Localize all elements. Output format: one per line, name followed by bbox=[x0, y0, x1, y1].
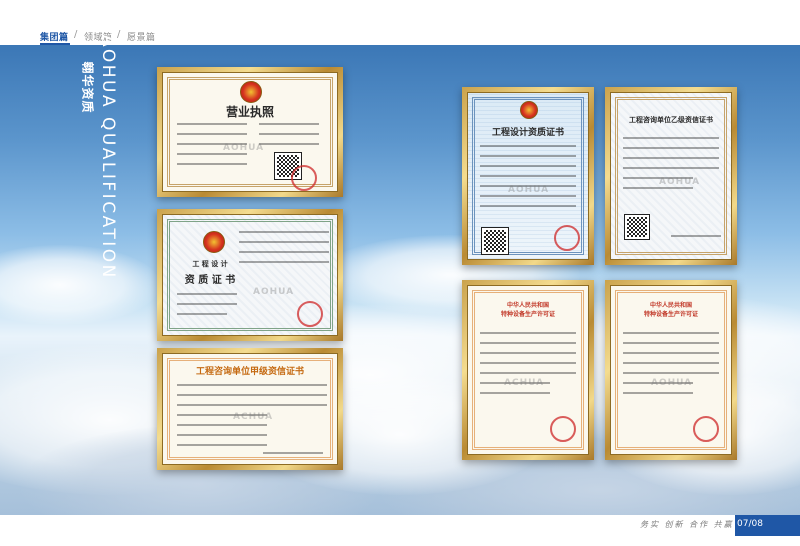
qr-code-icon bbox=[624, 214, 650, 240]
certificate-design-qualification[interactable]: 工 程 设 计 资 质 证 书 AOHUA bbox=[157, 209, 343, 341]
certificate-title-line2: 特种设备生产许可证 bbox=[500, 311, 555, 318]
certificate-title-line1: 中华人民共和国 bbox=[649, 302, 692, 309]
qr-code-icon bbox=[481, 227, 509, 255]
official-stamp bbox=[554, 225, 580, 251]
certificate-grade-b-credit[interactable]: 工程咨询单位乙级资信证书 AOHUA bbox=[605, 87, 737, 265]
section-title: AOHUA QUALIFICATION 翱华资质 bbox=[80, 35, 120, 315]
certificate-title-line2: 资 质 证 书 bbox=[184, 275, 236, 286]
watermark: AOHUA bbox=[253, 287, 295, 297]
watermark: AOHUA bbox=[659, 177, 701, 187]
certificate-title-line1: 中华人民共和国 bbox=[506, 302, 549, 309]
national-emblem-icon bbox=[520, 101, 538, 119]
section-title-en: AOHUA QUALIFICATION bbox=[98, 35, 118, 280]
page-number: 07/08 bbox=[737, 519, 763, 529]
national-emblem-icon bbox=[240, 81, 262, 103]
watermark: ACHUA bbox=[233, 412, 274, 422]
tab-group[interactable]: 集团篇 bbox=[40, 30, 69, 43]
certificate-engineering-design[interactable]: 工程设计资质证书 AOHUA bbox=[462, 87, 594, 265]
certificate-title: 工程咨询单位乙级资信证书 bbox=[629, 115, 713, 124]
watermark: AOHUA bbox=[651, 378, 693, 388]
certificate-title: 工程咨询单位甲级资信证书 bbox=[195, 367, 304, 377]
certificate-special-equipment-1[interactable]: 中华人民共和国 特种设备生产许可证 ACHUA bbox=[462, 280, 594, 460]
national-emblem-icon bbox=[203, 231, 225, 253]
certificate-business-license[interactable]: 营业执照 AOHUA bbox=[157, 67, 343, 197]
footer: 务实 创新 合作 共赢 07/08 bbox=[0, 515, 800, 546]
section-title-cn: 翱华资质 bbox=[80, 61, 95, 114]
watermark: ACHUA bbox=[504, 378, 545, 388]
tab-vision[interactable]: 愿景篇 bbox=[127, 30, 156, 43]
official-stamp bbox=[550, 416, 576, 442]
nav-separator: / bbox=[74, 29, 78, 40]
certificate-title: 营业执照 bbox=[225, 105, 274, 119]
official-stamp bbox=[297, 301, 323, 327]
certificate-special-equipment-2[interactable]: 中华人民共和国 特种设备生产许可证 AOHUA bbox=[605, 280, 737, 460]
page: 集团篇 / 领域篇 / 愿景篇 AOHUA QUALIFICATION 翱华资质… bbox=[0, 0, 800, 546]
certificate-grade-a-credit[interactable]: 工程咨询单位甲级资信证书 ACHUA bbox=[157, 348, 343, 470]
certificate-title-line2: 特种设备生产许可证 bbox=[643, 311, 698, 318]
watermark: AOHUA bbox=[508, 185, 550, 195]
certificate-title: 工程设计资质证书 bbox=[491, 128, 564, 138]
watermark: AOHUA bbox=[223, 143, 265, 153]
official-stamp bbox=[291, 165, 317, 191]
company-slogan: 务实 创新 合作 共赢 bbox=[640, 520, 734, 529]
top-navigation: 集团篇 / 领域篇 / 愿景篇 bbox=[0, 0, 800, 45]
official-stamp bbox=[693, 416, 719, 442]
